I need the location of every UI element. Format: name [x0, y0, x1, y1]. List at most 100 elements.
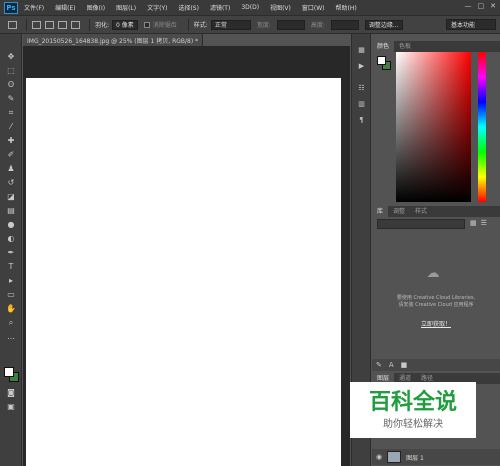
menu-edit[interactable]: 编辑(E)	[55, 3, 75, 12]
menu-file[interactable]: 文件(F)	[24, 3, 44, 12]
watermark-title: 百科全说	[368, 390, 457, 415]
menu-3d[interactable]: 3D(D)	[241, 4, 259, 11]
move-tool-icon[interactable]: ✥	[5, 52, 17, 61]
actions-play-icon[interactable]: ▶	[357, 62, 366, 71]
minimize-button[interactable]: —	[465, 2, 472, 10]
stamp-tool-icon[interactable]: ♟	[5, 164, 17, 173]
height-input[interactable]	[330, 19, 359, 30]
width-label: 宽度:	[256, 22, 271, 29]
grid-view-icon[interactable]: ▦	[470, 219, 477, 227]
subtract-selection-icon[interactable]	[58, 20, 67, 29]
add-text-style-icon[interactable]: A	[389, 361, 394, 369]
crop-tool-icon[interactable]: ⌗	[5, 108, 17, 117]
layer-name: 图层 1	[406, 454, 424, 462]
history-brush-tool-icon[interactable]: ↺	[5, 178, 17, 187]
menu-layer[interactable]: 图层(L)	[116, 3, 136, 12]
screen-mode-icon[interactable]: ▣	[5, 402, 17, 411]
foreground-color-swatch[interactable]	[4, 367, 14, 377]
divider	[89, 18, 90, 31]
pen-tool-icon[interactable]: ✒	[5, 248, 17, 257]
antialias-checkbox[interactable]	[143, 21, 150, 28]
menu-view[interactable]: 视图(V)	[270, 3, 291, 12]
eye-icon[interactable]: ◉	[376, 453, 382, 461]
marquee-preset-icon[interactable]	[8, 20, 17, 29]
layer-row[interactable]: ◉ 图层 1	[372, 449, 500, 465]
blur-tool-icon[interactable]: ●	[5, 220, 17, 229]
window-controls: — □ ✕	[465, 2, 497, 10]
color-panel-tabs: 颜色 色板	[372, 41, 500, 52]
marquee-tool-icon[interactable]: ⬚	[5, 66, 17, 75]
document-tab[interactable]: IMG_20150526_164838.jpg @ 25% (图层 1 拷贝, …	[23, 34, 203, 46]
height-label: 高度:	[310, 22, 325, 29]
get-it-now-link[interactable]: 立即获取！	[378, 319, 494, 328]
history-icon[interactable]: ▦	[357, 46, 366, 55]
paragraph-icon[interactable]: ¶	[357, 116, 366, 125]
library-message: 要使用 Creative Cloud Libraries, 请安装 Creati…	[378, 295, 494, 309]
library-view-buttons: ▦ ☰	[470, 219, 487, 227]
feather-input[interactable]: 0 像素	[112, 19, 138, 30]
library-panel-tabs: 库 调整 样式	[372, 206, 500, 217]
menu-help[interactable]: 帮助(H)	[336, 3, 357, 12]
hand-tool-icon[interactable]: ✋	[5, 304, 17, 313]
creative-cloud-icon: ☁	[426, 266, 440, 281]
feather-label: 羽化:	[95, 22, 110, 29]
tab-swatches[interactable]: 色板	[394, 41, 416, 52]
eyedropper-tool-icon[interactable]: ⁄	[5, 122, 17, 131]
watermark: 百科全说 助你轻松解决	[350, 382, 476, 438]
document-tab-title: IMG_20150526_164838.jpg @ 25% (图层 1 拷贝, …	[27, 37, 199, 45]
photoshop-logo: Ps	[4, 1, 18, 14]
lasso-tool-icon[interactable]: ʘ	[5, 80, 17, 89]
width-input[interactable]	[276, 19, 305, 30]
eraser-tool-icon[interactable]: ◪	[5, 192, 17, 201]
more-tools-icon[interactable]: …	[5, 332, 17, 341]
close-button[interactable]: ✕	[490, 2, 496, 10]
add-color-icon[interactable]: ■	[401, 361, 408, 369]
panel-foreground-color[interactable]	[377, 56, 386, 65]
type-tool-icon[interactable]: T	[5, 262, 17, 271]
menu-select[interactable]: 选择(S)	[178, 3, 199, 12]
menu-filter[interactable]: 滤镜(T)	[210, 3, 230, 12]
tab-color[interactable]: 颜色	[372, 41, 395, 52]
add-selection-icon[interactable]	[45, 20, 54, 29]
list-view-icon[interactable]: ☰	[481, 219, 487, 227]
quick-mask-icon[interactable]: ◙	[5, 388, 17, 397]
divider	[187, 18, 189, 31]
quick-select-tool-icon[interactable]: ✎	[5, 94, 17, 103]
new-selection-icon[interactable]	[32, 20, 41, 29]
tab-libraries[interactable]: 库	[372, 206, 389, 217]
style-label: 样式:	[193, 22, 208, 29]
properties-icon[interactable]: ☷	[357, 84, 366, 93]
divider	[26, 18, 27, 31]
workspace-select[interactable]: 基本功能	[446, 19, 496, 30]
maximize-button[interactable]: □	[478, 2, 485, 10]
tools-panel: ✥ ⬚ ʘ ✎ ⌗ ⁄ ✚ ✐ ♟ ↺ ◪ ▤ ● ◐ ✒ T ▸ ▭ ✋ ⌕ …	[0, 34, 22, 466]
brush-tool-icon[interactable]: ✐	[5, 150, 17, 159]
menu-window[interactable]: 窗口(W)	[302, 3, 325, 12]
library-message-line-1: 要使用 Creative Cloud Libraries,	[396, 295, 476, 301]
menu-type[interactable]: 文字(Y)	[147, 3, 167, 12]
menu-image[interactable]: 图像(I)	[87, 3, 105, 12]
watermark-subtitle: 助你轻松解决	[383, 419, 443, 430]
tab-styles[interactable]: 样式	[410, 206, 432, 217]
refine-edge-button[interactable]: 调整边缘...	[364, 19, 403, 30]
options-bar: 羽化: 0 像素 消除锯齿 样式: 正常 宽度: 高度: 调整边缘... 基本功…	[0, 15, 500, 34]
adjustments-icon[interactable]: ▥	[357, 100, 366, 109]
menu-bar: Ps 文件(F) 编辑(E) 图像(I) 图层(L) 文字(Y) 选择(S) 滤…	[0, 0, 500, 15]
dodge-tool-icon[interactable]: ◐	[5, 234, 17, 243]
canvas[interactable]	[26, 78, 341, 466]
add-graphic-icon[interactable]: ✎	[376, 361, 382, 369]
library-select[interactable]	[377, 219, 465, 229]
zoom-tool-icon[interactable]: ⌕	[5, 318, 17, 327]
healing-tool-icon[interactable]: ✚	[5, 136, 17, 145]
tab-adjustments[interactable]: 调整	[388, 206, 410, 217]
library-footer: ✎ A ■	[372, 359, 500, 371]
intersect-selection-icon[interactable]	[71, 20, 80, 29]
hue-slider[interactable]	[478, 52, 486, 202]
style-select[interactable]: 正常	[210, 19, 251, 30]
path-select-tool-icon[interactable]: ▸	[5, 276, 17, 285]
color-picker-field[interactable]	[396, 52, 471, 202]
gradient-tool-icon[interactable]: ▤	[5, 206, 17, 215]
shape-tool-icon[interactable]: ▭	[5, 290, 17, 299]
antialias-label: 消除锯齿	[152, 22, 177, 29]
layer-thumbnail	[387, 451, 402, 463]
